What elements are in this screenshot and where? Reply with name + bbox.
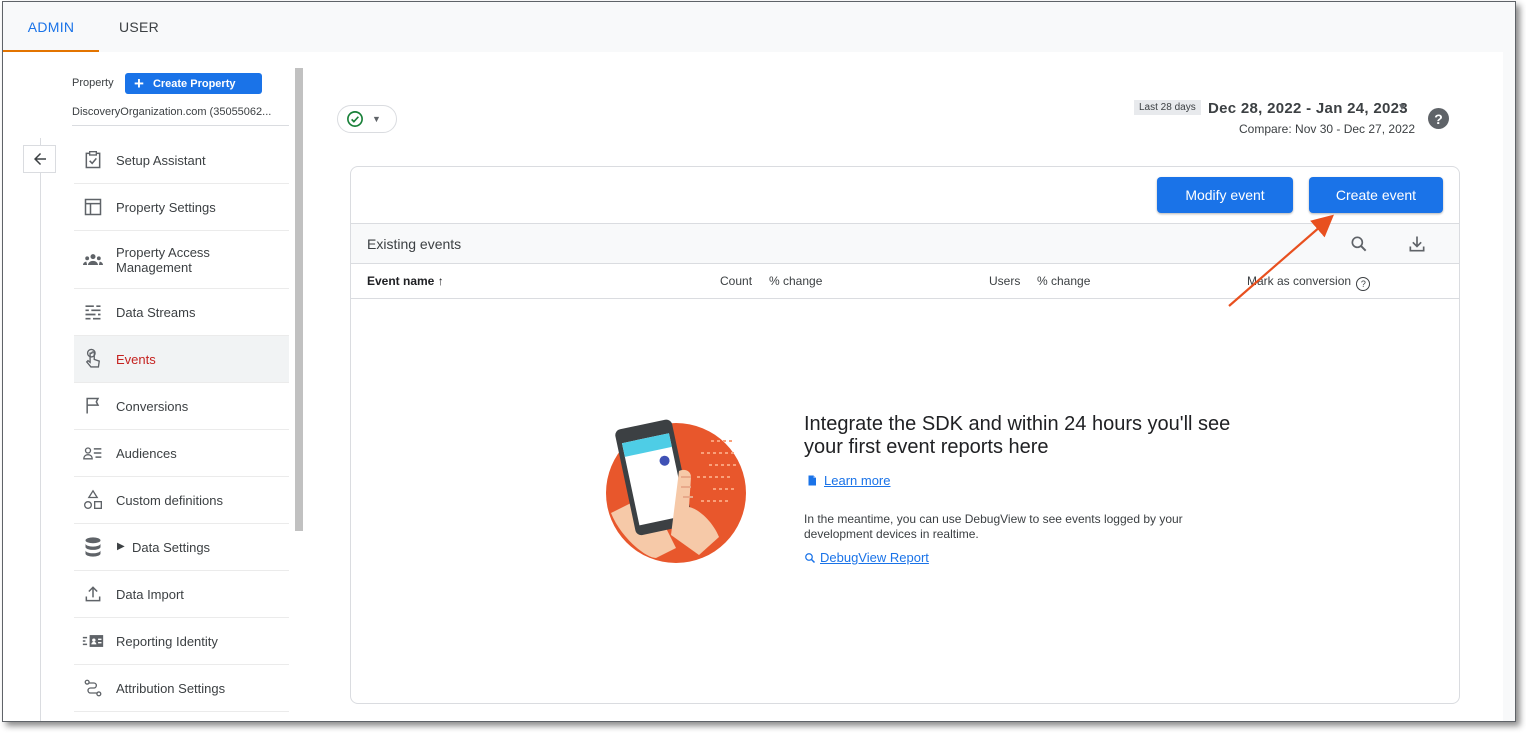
nav-item-label: Reporting Identity <box>116 633 218 649</box>
back-button[interactable] <box>23 145 56 173</box>
empty-state-description: In the meantime, you can use DebugView t… <box>804 512 1183 541</box>
audience-icon <box>82 442 104 464</box>
divider <box>72 125 289 126</box>
column-header-event-name[interactable]: Event name ↑ <box>367 274 444 288</box>
clipboard-check-icon <box>82 149 104 171</box>
nav-item-attribution-settings[interactable]: Attribution Settings <box>74 665 289 712</box>
date-range-compare: Compare: Nov 30 - Dec 27, 2022 <box>1239 122 1416 136</box>
nav-item-data-import[interactable]: Data Import <box>74 571 289 618</box>
upload-icon <box>82 583 104 605</box>
events-title: Existing events <box>367 236 462 252</box>
admin-sidebar: Property + Create Property DiscoveryOrga… <box>3 52 308 721</box>
tab-admin[interactable]: ADMIN <box>3 2 99 52</box>
column-header-users-change[interactable]: % change <box>1037 274 1090 288</box>
nav-item-label: Audiences <box>116 445 177 461</box>
learn-more-link[interactable]: Learn more <box>806 473 890 488</box>
check-circle-icon <box>347 111 363 127</box>
learn-more-label: Learn more <box>824 473 891 488</box>
date-range-tag: Last 28 days <box>1134 100 1201 115</box>
modify-event-button[interactable]: Modify event <box>1157 177 1293 213</box>
search-icon[interactable] <box>1348 233 1370 255</box>
nav-item-reporting-identity[interactable]: Reporting Identity <box>74 618 289 665</box>
app-window: ADMIN USER Property + Create Property Di… <box>2 1 1516 722</box>
tab-user[interactable]: USER <box>99 2 179 52</box>
nav-item-label: Data Settings <box>132 539 211 555</box>
empty-state-title: Integrate the SDK and within 24 hours yo… <box>804 413 1231 458</box>
nav-item-audiences[interactable]: Audiences <box>74 430 289 477</box>
nav-item-property-settings[interactable]: Property Settings <box>74 184 289 231</box>
nav-item-custom-definitions[interactable]: Custom definitions <box>74 477 289 524</box>
nav-item-label: Property Access Management <box>116 244 210 275</box>
arrow-left-icon <box>33 153 46 165</box>
nav-item-label: Property Settings <box>116 199 216 215</box>
property-selector[interactable]: DiscoveryOrganization.com (35055062... <box>72 106 289 118</box>
attribution-icon <box>82 677 104 699</box>
identity-icon <box>82 630 104 652</box>
nav-item-label: Events <box>116 351 156 367</box>
nav-item-label: Setup Assistant <box>116 152 206 168</box>
shapes-icon <box>82 489 104 511</box>
column-header-count-change[interactable]: % change <box>769 274 822 288</box>
layout-icon <box>82 196 104 218</box>
expand-caret-icon[interactable]: ▶ <box>117 541 125 552</box>
create-event-button[interactable]: Create event <box>1309 177 1443 213</box>
phone-illustration <box>601 413 751 568</box>
create-property-button[interactable]: + Create Property <box>125 73 262 94</box>
column-header-users[interactable]: Users <box>989 274 1020 288</box>
column-label: Mark as conversion <box>1247 274 1352 288</box>
status-dropdown[interactable]: ▼ <box>337 105 397 133</box>
column-header-mark-as-conversion[interactable]: Mark as conversion ? <box>1247 274 1371 291</box>
debugview-report-link[interactable]: DebugView Report <box>804 550 929 565</box>
nav-item-label: Data Streams <box>116 304 196 320</box>
events-card: Modify event Create event Existing event… <box>350 166 1460 704</box>
download-icon[interactable] <box>1406 233 1428 255</box>
column-header-count[interactable]: Count <box>720 274 752 288</box>
chevron-down-icon: ▼ <box>372 114 381 124</box>
nav-item-property-access-management[interactable]: Property Access Management <box>74 231 289 289</box>
nav-item-label: Data Import <box>116 586 184 602</box>
touch-icon <box>82 348 104 370</box>
nav-item-setup-assistant[interactable]: Setup Assistant <box>74 137 289 184</box>
main-content: Property + Create Property DiscoveryOrga… <box>3 52 1503 721</box>
top-tabs: ADMIN USER <box>3 2 1515 52</box>
document-icon <box>808 475 816 486</box>
nav-item-data-settings[interactable]: ▶ Data Settings <box>74 524 289 571</box>
database-icon <box>82 536 104 558</box>
date-range-picker[interactable]: Dec 28, 2022 - Jan 24, 2023 <box>1208 100 1408 117</box>
property-label: Property <box>72 77 114 89</box>
flag-icon <box>82 395 104 417</box>
search-icon <box>805 552 816 563</box>
help-icon[interactable]: ? <box>1356 277 1371 291</box>
debugview-label: DebugView Report <box>820 550 929 565</box>
admin-nav: Setup Assistant Property Settings Proper… <box>74 137 289 712</box>
nav-item-events[interactable]: Events <box>74 336 289 383</box>
plus-icon: + <box>134 74 144 93</box>
date-range-caret-icon[interactable]: ▼ <box>1397 102 1407 113</box>
sort-ascending-icon: ↑ <box>437 274 444 288</box>
streams-icon <box>82 301 104 323</box>
sidebar-scrollbar[interactable] <box>295 68 303 531</box>
create-property-label: Create Property <box>152 77 236 90</box>
nav-item-data-streams[interactable]: Data Streams <box>74 289 289 336</box>
nav-item-conversions[interactable]: Conversions <box>74 383 289 430</box>
nav-item-label: Attribution Settings <box>116 680 226 696</box>
help-icon[interactable]: ? <box>1428 108 1449 129</box>
divider <box>351 298 1459 299</box>
events-toolbar: Existing events <box>351 223 1459 264</box>
people-icon <box>82 249 104 271</box>
divider <box>40 138 41 721</box>
column-label: Event name <box>367 274 435 288</box>
nav-item-label: Conversions <box>116 398 189 414</box>
nav-item-label: Custom definitions <box>116 492 223 508</box>
